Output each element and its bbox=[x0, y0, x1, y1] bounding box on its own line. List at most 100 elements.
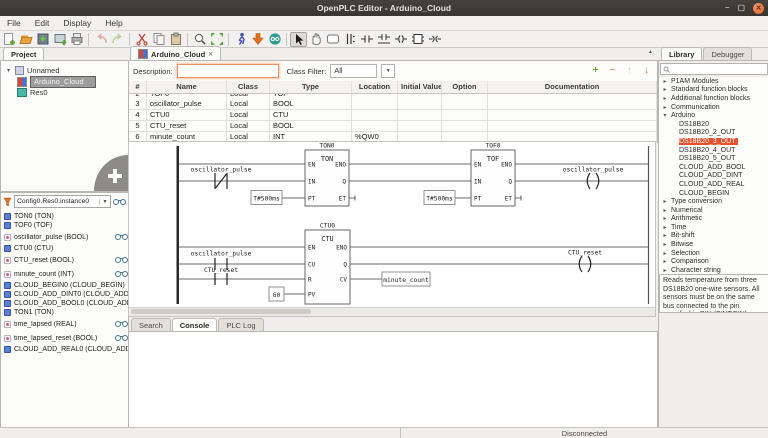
library-search-input[interactable] bbox=[660, 63, 768, 75]
ld-block-ton0[interactable]: TON0 TON EN IN PT ENO Q ET bbox=[305, 143, 349, 207]
library-category[interactable]: ▸Arithmetic bbox=[659, 215, 768, 224]
instance-item[interactable]: CLOUD_ADD_DINT0 (CLOUD_ADD_DINT) bbox=[1, 290, 128, 299]
ld-rung-icon[interactable] bbox=[375, 32, 392, 47]
tab-library[interactable]: Library bbox=[661, 47, 702, 61]
instance-item[interactable]: minute_count (INT) bbox=[1, 267, 128, 281]
save-as-icon[interactable] bbox=[51, 32, 68, 47]
menu-edit[interactable]: Edit bbox=[28, 18, 57, 28]
ld-literal-60[interactable]: 60 bbox=[269, 287, 284, 301]
watch-glasses-icon[interactable] bbox=[115, 335, 128, 341]
library-item[interactable]: CLOUD_ADD_DINT bbox=[659, 172, 768, 181]
library-category[interactable]: ▸Selection bbox=[659, 249, 768, 258]
menu-file[interactable]: File bbox=[0, 18, 28, 28]
menu-display[interactable]: Display bbox=[56, 18, 98, 28]
tab-plc-log[interactable]: PLC Log bbox=[218, 318, 263, 332]
library-category[interactable]: ▸Numerical bbox=[659, 206, 768, 215]
instance-item[interactable]: CLOUD_BEGIN0 (CLOUD_BEGIN) bbox=[1, 281, 128, 290]
console-output[interactable] bbox=[128, 331, 658, 428]
menu-help[interactable]: Help bbox=[98, 18, 129, 28]
table-row[interactable]: 5CTU_resetLocalBOOL bbox=[129, 121, 657, 132]
paste-icon[interactable] bbox=[167, 32, 184, 47]
project-tree-pou[interactable]: Arduino_Cloud bbox=[1, 76, 128, 87]
table-row[interactable]: 3oscillator_pulseLocalBOOL bbox=[129, 99, 657, 110]
ld-literal-t500ms-1[interactable]: T#500ms bbox=[251, 191, 282, 205]
instance-item[interactable]: CTU0 (CTU) bbox=[1, 244, 128, 253]
open-file-icon[interactable] bbox=[17, 32, 34, 47]
tab-arduino-cloud[interactable]: Arduino_Cloud ✕ bbox=[130, 46, 221, 61]
copy-icon[interactable] bbox=[150, 32, 167, 47]
add-element-button[interactable] bbox=[94, 155, 128, 191]
instance-item[interactable]: oscillator_pulse (BOOL) bbox=[1, 230, 128, 244]
ld-coil-ctu-reset[interactable]: CTU_reset bbox=[568, 250, 602, 273]
tab-debugger[interactable]: Debugger bbox=[703, 47, 752, 61]
library-category[interactable]: ▸Bit-shift bbox=[659, 232, 768, 241]
library-category[interactable]: ▸Additional function blocks bbox=[659, 94, 768, 103]
new-file-icon[interactable] bbox=[0, 32, 17, 47]
ld-comment-icon[interactable] bbox=[324, 32, 341, 47]
add-variable-button[interactable]: + bbox=[589, 65, 602, 77]
watch-glasses-icon[interactable] bbox=[115, 321, 128, 327]
print-icon[interactable] bbox=[68, 32, 85, 47]
instance-item[interactable]: TOF0 (TOF) bbox=[1, 221, 128, 230]
ld-block-ctu0[interactable]: CTU0 CTU EN CU R PV ENO Q CV bbox=[305, 223, 350, 305]
ld-contact-ctu-reset[interactable]: CTU_reset bbox=[204, 267, 238, 285]
titlebar[interactable]: OpenPLC Editor - Arduino_Cloud – ▢ ✕ bbox=[0, 0, 768, 16]
ld-literal-t500ms-2[interactable]: T#500ms bbox=[424, 191, 455, 205]
move-down-button[interactable]: ↓ bbox=[640, 65, 653, 77]
library-item-selected[interactable]: DS18B20_3_OUT bbox=[659, 137, 768, 146]
instance-item[interactable]: CLOUD_ADD_REAL0 (CLOUD_ADD_REAL) bbox=[1, 345, 128, 354]
instance-item[interactable]: time_lapsed_reset (BOOL) bbox=[1, 331, 128, 345]
library-category[interactable]: ▸Time bbox=[659, 223, 768, 232]
instance-item[interactable]: CLOUD_ADD_BOOL0 (CLOUD_ADD_BOOL) bbox=[1, 299, 128, 308]
ld-contact-icon[interactable] bbox=[358, 32, 375, 47]
save-icon[interactable] bbox=[34, 32, 51, 47]
ladder-canvas[interactable]: oscillator_pulse TON0 TON EN IN PT ENO Q… bbox=[128, 141, 656, 317]
ld-block-icon[interactable] bbox=[409, 32, 426, 47]
table-row[interactable]: 4CTU0LocalCTU bbox=[129, 110, 657, 121]
ladder-hscrollbar[interactable] bbox=[129, 307, 655, 316]
tab-console[interactable]: Console bbox=[172, 318, 218, 332]
redo-icon[interactable] bbox=[109, 32, 126, 47]
watch-glasses-icon[interactable] bbox=[115, 271, 128, 277]
instance-item[interactable]: time_lapsed (REAL) bbox=[1, 317, 128, 331]
library-category[interactable]: ▸Bitwise bbox=[659, 240, 768, 249]
instance-item[interactable]: TON1 (TON) bbox=[1, 308, 128, 317]
ld-powerrail-icon[interactable] bbox=[341, 32, 358, 47]
tab-search[interactable]: Search bbox=[131, 318, 171, 332]
library-item[interactable]: CLOUD_BEGIN bbox=[659, 189, 768, 198]
library-item[interactable]: DS18B20_4_OUT bbox=[659, 146, 768, 155]
tab-scroll-up-icon[interactable]: ▲ bbox=[648, 49, 653, 55]
library-category[interactable]: ▸Character string bbox=[659, 266, 768, 274]
library-category[interactable]: ▸Standard function blocks bbox=[659, 86, 768, 95]
description-input[interactable] bbox=[177, 64, 279, 78]
search-icon[interactable] bbox=[191, 32, 208, 47]
tab-close-icon[interactable]: ✕ bbox=[208, 51, 213, 58]
library-item[interactable]: CLOUD_ADD_BOOL bbox=[659, 163, 768, 172]
ld-contact-oscillator-pulse-negated[interactable]: oscillator_pulse bbox=[191, 167, 252, 190]
ld-motion-hand-icon[interactable] bbox=[307, 32, 324, 47]
project-tree-root[interactable]: ▾ Unnamed bbox=[1, 65, 128, 76]
library-category[interactable]: ▸Type conversion bbox=[659, 197, 768, 206]
watch-glasses-icon[interactable] bbox=[115, 257, 128, 263]
library-category[interactable]: ▸Communication bbox=[659, 103, 768, 112]
project-tree-resource[interactable]: Res0 bbox=[1, 87, 128, 98]
table-row-clipped[interactable]: 2TOF0LocalTOF bbox=[129, 94, 657, 99]
fit-zoom-icon[interactable] bbox=[208, 32, 225, 47]
remove-variable-button[interactable]: − bbox=[606, 65, 619, 77]
pou-rename-input[interactable]: Arduino_Cloud bbox=[30, 76, 96, 88]
simulate-run-icon[interactable] bbox=[232, 32, 249, 47]
ld-coil-oscillator-pulse[interactable]: oscillator_pulse bbox=[563, 167, 624, 190]
ld-connection-icon[interactable] bbox=[426, 32, 443, 47]
tab-project[interactable]: Project bbox=[3, 47, 44, 61]
watch-glasses-icon[interactable] bbox=[115, 234, 128, 240]
library-category[interactable]: ▾Arduino bbox=[659, 111, 768, 120]
library-item[interactable]: CLOUD_ADD_REAL bbox=[659, 180, 768, 189]
library-item[interactable]: DS18B20 bbox=[659, 120, 768, 129]
class-filter-arrow-icon[interactable]: ▼ bbox=[381, 64, 395, 78]
cut-icon[interactable] bbox=[133, 32, 150, 47]
ld-coil-icon[interactable] bbox=[392, 32, 409, 47]
library-category[interactable]: ▸Comparison bbox=[659, 257, 768, 266]
move-up-button[interactable]: ↑ bbox=[623, 65, 636, 77]
maximize-icon[interactable]: ▢ bbox=[737, 1, 745, 15]
upload-transfer-icon[interactable] bbox=[249, 32, 266, 47]
